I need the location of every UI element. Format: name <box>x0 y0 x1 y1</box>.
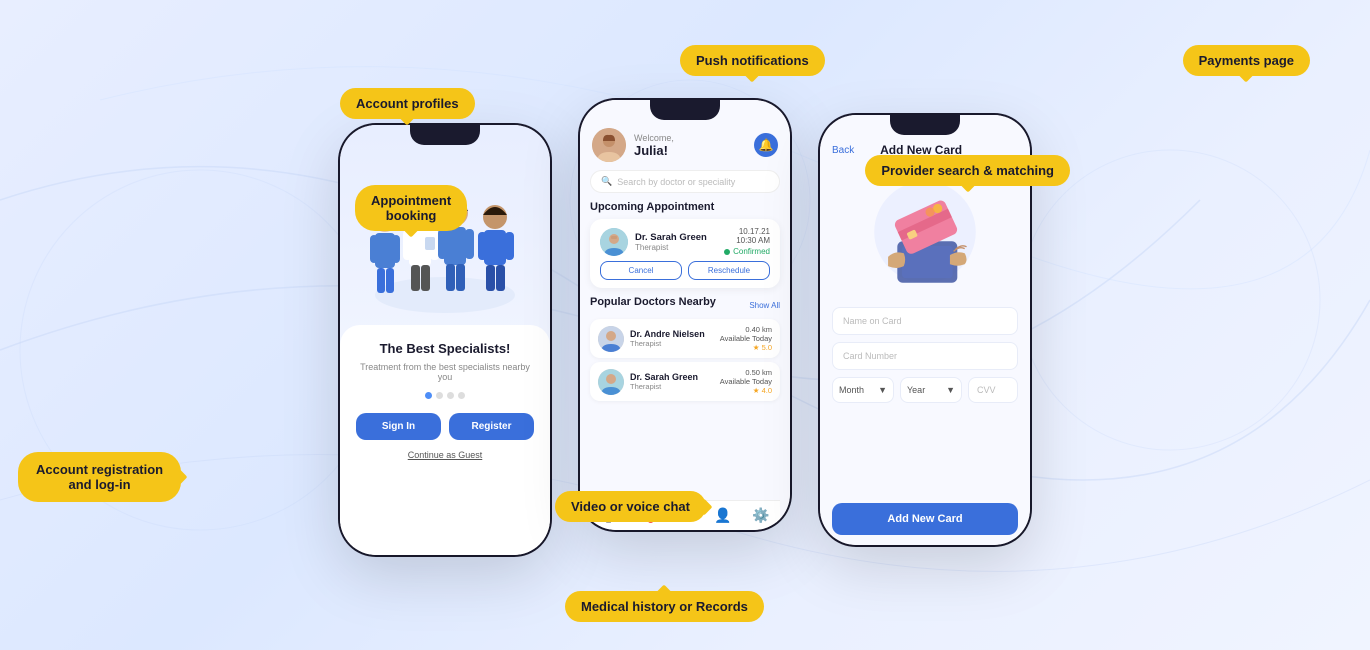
appt-details: Dr. Sarah Green Therapist <box>635 232 724 252</box>
appointment-card: Dr. Sarah Green Therapist 10.17.21 10:30… <box>590 219 780 288</box>
label-account-profiles: Account profiles <box>340 88 475 119</box>
month-label: Month <box>839 385 864 395</box>
label-provider-search: Provider search & matching <box>865 155 1070 186</box>
user-avatar <box>592 128 626 162</box>
welcome-name: Julia! <box>634 143 754 158</box>
phones-container: The Best Specialists! Treatment from the… <box>0 0 1370 650</box>
appt-specialty: Therapist <box>635 243 724 252</box>
appt-status: Confirmed <box>724 247 770 256</box>
label-video-voice: Video or voice chat <box>555 491 706 522</box>
welcome-text: Welcome, Julia! <box>634 133 754 158</box>
nav-person-icon[interactable]: 👤 <box>714 507 731 524</box>
doctor-item-1[interactable]: Dr. Andre Nielsen Therapist 0.40 km Avai… <box>590 319 780 358</box>
cancel-button[interactable]: Cancel <box>600 261 682 280</box>
appt-time: 10:30 AM <box>724 236 770 245</box>
phone1-bottom: The Best Specialists! Treatment from the… <box>340 325 550 555</box>
phone2: Welcome, Julia! 🔔 🔍 Search by doctor or … <box>580 100 790 530</box>
guest-link[interactable]: Continue as Guest <box>408 450 483 460</box>
dot-1 <box>425 392 432 399</box>
doc-info-1: Dr. Andre Nielsen Therapist <box>630 329 720 348</box>
pagination-dots <box>425 392 465 399</box>
appt-buttons: Cancel Reschedule <box>600 261 770 280</box>
dot-3 <box>447 392 454 399</box>
label-payments: Payments page <box>1183 45 1310 76</box>
nearby-title: Popular Doctors Nearby <box>590 296 716 308</box>
phone1-subtitle: Treatment from the best specialists near… <box>356 362 534 382</box>
add-card-button[interactable]: Add New Card <box>832 503 1018 535</box>
appt-time-block: 10.17.21 10:30 AM Confirmed <box>724 227 770 256</box>
name-on-card-field[interactable]: Name on Card <box>832 307 1018 335</box>
welcome-label: Welcome, <box>634 133 754 143</box>
expiry-cvv-row: Month ▼ Year ▼ CVV <box>832 377 1018 403</box>
phone2-header: Welcome, Julia! 🔔 <box>590 128 780 162</box>
doc-rating-1: ★ 5.0 <box>720 343 772 352</box>
doc-avail-2: Available Today <box>720 377 772 386</box>
doc-avail-1: Available Today <box>720 334 772 343</box>
phone2-content: Welcome, Julia! 🔔 🔍 Search by doctor or … <box>580 100 790 530</box>
year-select[interactable]: Year ▼ <box>900 377 962 403</box>
label-push-notifications: Push notifications <box>680 45 825 76</box>
confirmed-dot <box>724 249 730 255</box>
signin-button[interactable]: Sign In <box>356 413 441 440</box>
phone2-screen: Welcome, Julia! 🔔 🔍 Search by doctor or … <box>580 100 790 530</box>
doc-meta-1: 0.40 km Available Today ★ 5.0 <box>720 325 772 352</box>
show-all-link[interactable]: Show All <box>749 301 780 310</box>
doc-spec-1: Therapist <box>630 339 720 348</box>
appt-date: 10.17.21 <box>724 227 770 236</box>
upcoming-section-title: Upcoming Appointment <box>590 201 780 213</box>
month-chevron: ▼ <box>878 385 887 395</box>
label-appointment-booking: Appointment booking <box>355 185 467 231</box>
doc-distance-1: 0.40 km <box>720 325 772 334</box>
year-chevron: ▼ <box>946 385 955 395</box>
card-illustration <box>832 167 1018 297</box>
doc-avatar-1 <box>598 326 624 352</box>
auth-buttons: Sign In Register <box>356 413 534 440</box>
search-icon: 🔍 <box>601 176 612 187</box>
doctors-section-header: Popular Doctors Nearby Show All <box>590 296 780 314</box>
cvv-field[interactable]: CVV <box>968 377 1018 403</box>
reschedule-button[interactable]: Reschedule <box>688 261 770 280</box>
search-bar[interactable]: 🔍 Search by doctor or speciality <box>590 170 780 193</box>
label-account-registration: Account registration and log-in <box>18 452 181 502</box>
notification-bell[interactable]: 🔔 <box>754 133 778 157</box>
month-select[interactable]: Month ▼ <box>832 377 894 403</box>
doc-meta-2: 0.50 km Available Today ★ 4.0 <box>720 368 772 395</box>
doc-avatar-2 <box>598 369 624 395</box>
doc-name-2: Dr. Sarah Green <box>630 372 720 382</box>
nav-settings-icon[interactable]: ⚙️ <box>752 507 769 524</box>
phone2-wrapper: Welcome, Julia! 🔔 🔍 Search by doctor or … <box>580 100 790 530</box>
appt-doctor-avatar <box>600 228 628 256</box>
doc-distance-2: 0.50 km <box>720 368 772 377</box>
back-button[interactable]: Back <box>832 145 854 156</box>
doc-name-1: Dr. Andre Nielsen <box>630 329 720 339</box>
doc-rating-2: ★ 4.0 <box>720 386 772 395</box>
doctor-item-2[interactable]: Dr. Sarah Green Therapist 0.50 km Availa… <box>590 362 780 401</box>
register-button[interactable]: Register <box>449 413 534 440</box>
year-label: Year <box>907 385 925 395</box>
phone1-title: The Best Specialists! <box>380 341 511 356</box>
dot-2 <box>436 392 443 399</box>
doc-info-2: Dr. Sarah Green Therapist <box>630 372 720 391</box>
doc-spec-2: Therapist <box>630 382 720 391</box>
appt-info: Dr. Sarah Green Therapist 10.17.21 10:30… <box>600 227 770 256</box>
appt-doctor-name: Dr. Sarah Green <box>635 232 724 243</box>
dot-4 <box>458 392 465 399</box>
search-placeholder: Search by doctor or speciality <box>617 177 735 187</box>
card-number-field[interactable]: Card Number <box>832 342 1018 370</box>
label-medical-history: Medical history or Records <box>565 591 764 622</box>
